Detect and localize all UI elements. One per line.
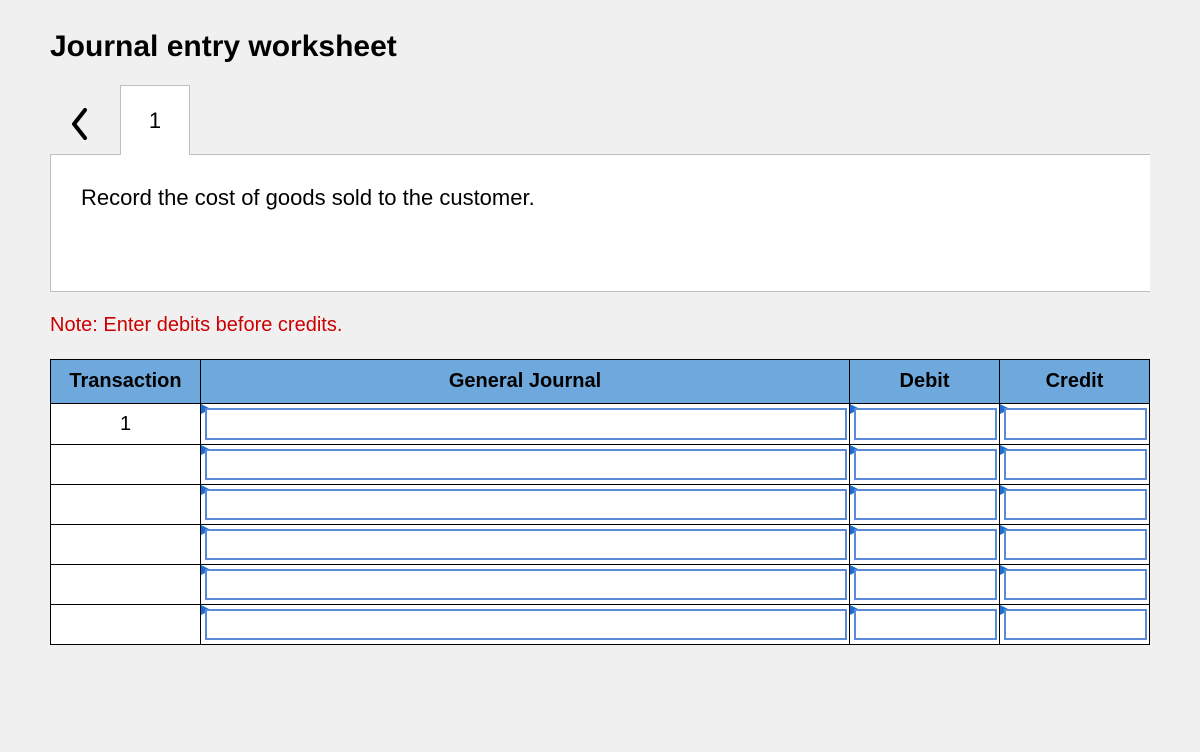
cell-debit[interactable] <box>850 565 1000 605</box>
input-credit[interactable] <box>1004 449 1147 480</box>
table-row <box>51 485 1150 525</box>
cell-transaction <box>51 565 201 605</box>
input-debit[interactable] <box>854 569 997 600</box>
input-credit[interactable] <box>1004 569 1147 600</box>
input-general-journal[interactable] <box>205 529 847 560</box>
note-text: Note: Enter debits before credits. <box>50 314 1150 337</box>
cell-debit[interactable] <box>850 605 1000 645</box>
th-general-journal: General Journal <box>201 360 850 404</box>
cell-credit[interactable] <box>1000 445 1150 485</box>
journal-body: 1 <box>51 404 1150 645</box>
input-general-journal[interactable] <box>205 408 847 440</box>
cell-credit[interactable] <box>1000 404 1150 445</box>
tab-row: 1 <box>50 84 1150 154</box>
cell-transaction <box>51 525 201 565</box>
table-row <box>51 605 1150 645</box>
table-row <box>51 525 1150 565</box>
journal-table: Transaction General Journal Debit Credit… <box>50 359 1150 645</box>
tab-1[interactable]: 1 <box>120 85 190 155</box>
input-general-journal[interactable] <box>205 609 847 640</box>
cell-debit[interactable] <box>850 445 1000 485</box>
cell-debit[interactable] <box>850 404 1000 445</box>
table-row: 1 <box>51 404 1150 445</box>
th-credit: Credit <box>1000 360 1150 404</box>
cell-debit[interactable] <box>850 485 1000 525</box>
input-credit[interactable] <box>1004 408 1147 440</box>
input-general-journal[interactable] <box>205 449 847 480</box>
input-debit[interactable] <box>854 529 997 560</box>
cell-debit[interactable] <box>850 525 1000 565</box>
input-general-journal[interactable] <box>205 489 847 520</box>
cell-transaction: 1 <box>51 404 201 445</box>
table-row <box>51 565 1150 605</box>
input-credit[interactable] <box>1004 489 1147 520</box>
cell-transaction <box>51 605 201 645</box>
instruction-text: Record the cost of goods sold to the cus… <box>81 185 535 210</box>
cell-general-journal[interactable] <box>201 605 850 645</box>
input-general-journal[interactable] <box>205 569 847 600</box>
prev-button[interactable] <box>50 94 110 154</box>
cell-general-journal[interactable] <box>201 525 850 565</box>
instruction-box: Record the cost of goods sold to the cus… <box>50 154 1150 292</box>
cell-general-journal[interactable] <box>201 445 850 485</box>
cell-credit[interactable] <box>1000 525 1150 565</box>
input-credit[interactable] <box>1004 529 1147 560</box>
cell-transaction <box>51 485 201 525</box>
input-debit[interactable] <box>854 609 997 640</box>
cell-credit[interactable] <box>1000 485 1150 525</box>
cell-credit[interactable] <box>1000 605 1150 645</box>
th-transaction: Transaction <box>51 360 201 404</box>
input-debit[interactable] <box>854 449 997 480</box>
input-credit[interactable] <box>1004 609 1147 640</box>
cell-general-journal[interactable] <box>201 404 850 445</box>
cell-general-journal[interactable] <box>201 565 850 605</box>
input-debit[interactable] <box>854 408 997 440</box>
cell-general-journal[interactable] <box>201 485 850 525</box>
input-debit[interactable] <box>854 489 997 520</box>
table-row <box>51 445 1150 485</box>
tab-label: 1 <box>149 108 161 134</box>
cell-transaction <box>51 445 201 485</box>
th-debit: Debit <box>850 360 1000 404</box>
page-title: Journal entry worksheet <box>50 30 1150 64</box>
cell-credit[interactable] <box>1000 565 1150 605</box>
chevron-left-icon <box>70 108 90 140</box>
